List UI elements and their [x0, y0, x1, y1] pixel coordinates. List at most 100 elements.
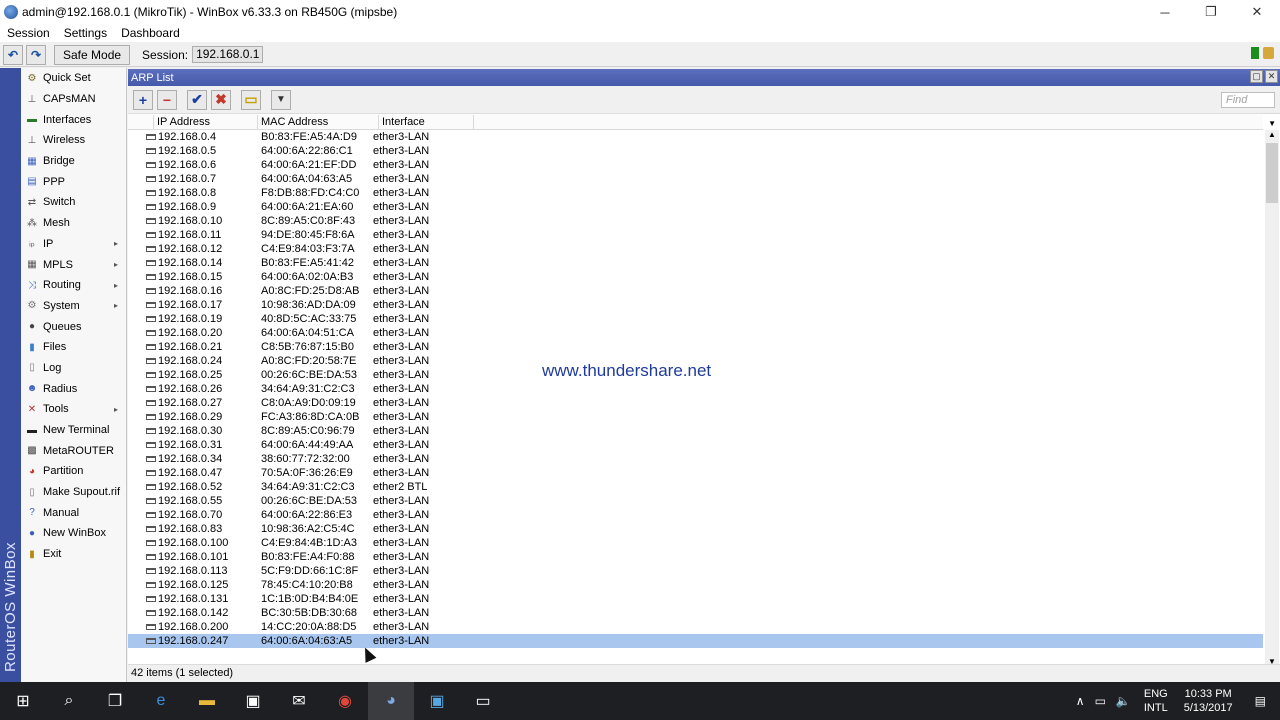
disable-icon[interactable]: ✖: [211, 89, 231, 110]
sidebar-item-bridge[interactable]: ▦ Bridge: [21, 151, 126, 172]
sidebar-item-queues[interactable]: ● Queues: [21, 316, 126, 337]
menu-session[interactable]: Session: [0, 26, 57, 40]
column-menu-arrow-icon[interactable]: ▼: [1268, 119, 1276, 128]
table-row[interactable]: 192.168.0.26 34:64:A9:31:C2:C3 ether3-LAN: [128, 382, 1263, 396]
table-row[interactable]: 192.168.0.101 B0:83:FE:A4:F0:88 ether3-LAN: [128, 550, 1263, 564]
scrollbar-thumb[interactable]: [1266, 143, 1278, 203]
add-icon[interactable]: +: [133, 89, 153, 110]
sidebar-item-new-winbox[interactable]: ● New WinBox: [21, 523, 126, 544]
safe-mode-button[interactable]: Safe Mode: [54, 44, 131, 65]
sidebar-item-capsman[interactable]: ⊥ CAPsMAN: [21, 89, 126, 110]
table-row[interactable]: 192.168.0.16 A0:8C:FD:25:D8:AB ether3-LAN: [128, 284, 1263, 298]
start-icon[interactable]: ⊞: [0, 682, 46, 720]
table-row[interactable]: 192.168.0.7 64:00:6A:04:63:A5 ether3-LAN: [128, 172, 1263, 186]
language-indicator[interactable]: ENG INTL: [1136, 687, 1176, 715]
sidebar-item-routing[interactable]: ⤨ Routing ▸: [21, 275, 126, 296]
winbox-task-icon[interactable]: ◕: [368, 682, 414, 720]
store-icon[interactable]: ▣: [230, 682, 276, 720]
search-icon[interactable]: ⌕: [46, 682, 92, 720]
mail-icon[interactable]: ✉: [276, 682, 322, 720]
table-row[interactable]: 192.168.0.247 64:00:6A:04:63:A5 ether3-LAN: [128, 634, 1263, 648]
sidebar-item-ppp[interactable]: ▤ PPP: [21, 171, 126, 192]
tray-chevron-icon[interactable]: ∧: [1071, 694, 1090, 708]
session-address-field[interactable]: 192.168.0.1: [192, 46, 264, 63]
table-row[interactable]: 192.168.0.142 BC:30:5B:DB:30:68 ether3-LAN: [128, 606, 1263, 620]
ip-address-column-header[interactable]: IP Address: [154, 115, 258, 130]
sidebar-item-quick-set[interactable]: ⚙ Quick Set: [21, 68, 126, 89]
remove-icon[interactable]: −: [157, 89, 177, 110]
table-row[interactable]: 192.168.0.131 1C:1B:0D:B4:B4:0E ether3-LAN: [128, 592, 1263, 606]
table-row[interactable]: 192.168.0.27 C8:0A:A9:D0:09:19 ether3-LAN: [128, 396, 1263, 410]
task-view-icon[interactable]: ❐: [92, 682, 138, 720]
sidebar-item-make-supout-rif[interactable]: ▯ Make Supout.rif: [21, 482, 126, 503]
table-row[interactable]: 192.168.0.11 94:DE:80:45:F8:6A ether3-LAN: [128, 228, 1263, 242]
close-button[interactable]: ✕: [1234, 0, 1280, 24]
sidebar-item-partition[interactable]: ◕ Partition: [21, 461, 126, 482]
table-row[interactable]: 192.168.0.100 C4:E9:84:4B:1D:A3 ether3-LAN: [128, 536, 1263, 550]
sidebar-item-system[interactable]: ⚙ System ▸: [21, 296, 126, 317]
table-row[interactable]: 192.168.0.5 64:00:6A:22:86:C1 ether3-LAN: [128, 144, 1263, 158]
sidebar-item-log[interactable]: ▯ Log: [21, 358, 126, 379]
table-row[interactable]: 192.168.0.15 64:00:6A:02:0A:B3 ether3-LAN: [128, 270, 1263, 284]
interface-column-header[interactable]: Interface: [379, 115, 474, 130]
sidebar-item-switch[interactable]: ⇄ Switch: [21, 192, 126, 213]
table-row[interactable]: 192.168.0.70 64:00:6A:22:86:E3 ether3-LAN: [128, 508, 1263, 522]
table-row[interactable]: 192.168.0.10 8C:89:A5:C0:8F:43 ether3-LAN: [128, 214, 1263, 228]
close-window-icon[interactable]: ✕: [1265, 70, 1278, 83]
table-row[interactable]: 192.168.0.125 78:45:C4:10:20:B8 ether3-LAN: [128, 578, 1263, 592]
table-row[interactable]: 192.168.0.200 14:CC:20:0A:88:D5 ether3-LAN: [128, 620, 1263, 634]
table-row[interactable]: 192.168.0.4 B0:83:FE:A5:4A:D9 ether3-LAN: [128, 130, 1263, 144]
maximize-button[interactable]: ❐: [1188, 0, 1234, 24]
menu-dashboard[interactable]: Dashboard: [114, 26, 187, 40]
edge-icon[interactable]: e: [138, 682, 184, 720]
table-row[interactable]: 192.168.0.6 64:00:6A:21:EF:DD ether3-LAN: [128, 158, 1263, 172]
table-row[interactable]: 192.168.0.55 00:26:6C:BE:DA:53 ether3-LAN: [128, 494, 1263, 508]
restore-window-icon[interactable]: ▢: [1250, 70, 1263, 83]
table-row[interactable]: 192.168.0.47 70:5A:0F:36:26:E9 ether3-LAN: [128, 466, 1263, 480]
network-icon[interactable]: ▭: [1090, 694, 1111, 708]
scroll-up-arrow-icon[interactable]: ▲: [1265, 130, 1279, 139]
sidebar-item-metarouter[interactable]: ▩ MetaROUTER: [21, 440, 126, 461]
sidebar-item-files[interactable]: ▮ Files: [21, 337, 126, 358]
notifications-icon[interactable]: ▤: [1241, 694, 1280, 708]
minimize-button[interactable]: ─: [1142, 0, 1188, 24]
sidebar-item-tools[interactable]: ✕ Tools ▸: [21, 399, 126, 420]
table-row[interactable]: 192.168.0.17 10:98:36:AD:DA:09 ether3-LAN: [128, 298, 1263, 312]
sidebar-item-exit[interactable]: ▮ Exit: [21, 544, 126, 565]
mac-address-column-header[interactable]: MAC Address: [258, 115, 379, 130]
clock[interactable]: 10:33 PM 5/13/2017: [1176, 687, 1241, 715]
sidebar-item-wireless[interactable]: ⊥ Wireless: [21, 130, 126, 151]
table-row[interactable]: 192.168.0.30 8C:89:A5:C0:96:79 ether3-LAN: [128, 424, 1263, 438]
table-row[interactable]: 192.168.0.21 C8:5B:76:87:15:B0 ether3-LAN: [128, 340, 1263, 354]
table-row[interactable]: 192.168.0.31 64:00:6A:44:49:AA ether3-LAN: [128, 438, 1263, 452]
sidebar-item-mesh[interactable]: ⁂ Mesh: [21, 213, 126, 234]
file-explorer-icon[interactable]: ▬: [184, 682, 230, 720]
table-row[interactable]: 192.168.0.9 64:00:6A:21:EA:60 ether3-LAN: [128, 200, 1263, 214]
table-row[interactable]: 192.168.0.20 64:00:6A:04:51:CA ether3-LAN: [128, 326, 1263, 340]
flag-column-header[interactable]: [128, 115, 154, 130]
vertical-scrollbar[interactable]: ▲ ▼: [1265, 130, 1279, 666]
table-row[interactable]: 192.168.0.8 F8:DB:88:FD:C4:C0 ether3-LAN: [128, 186, 1263, 200]
chrome-icon[interactable]: ◉: [322, 682, 368, 720]
sidebar-item-ip[interactable]: ᵢₚ IP ▸: [21, 234, 126, 255]
find-input[interactable]: Find: [1221, 92, 1275, 108]
enable-icon[interactable]: ✔: [187, 89, 207, 110]
volume-icon[interactable]: 🔈: [1111, 694, 1136, 708]
comment-icon[interactable]: ▭: [241, 89, 261, 110]
sidebar-item-interfaces[interactable]: ▬ Interfaces: [21, 109, 126, 130]
table-row[interactable]: 192.168.0.12 C4:E9:84:03:F3:7A ether3-LAN: [128, 242, 1263, 256]
sidebar-item-new-terminal[interactable]: ▬ New Terminal: [21, 420, 126, 441]
table-row[interactable]: 192.168.0.113 5C:F9:DD:66:1C:8F ether3-LAN: [128, 564, 1263, 578]
table-row[interactable]: 192.168.0.14 B0:83:FE:A5:41:42 ether3-LAN: [128, 256, 1263, 270]
sidebar-item-radius[interactable]: ☻ Radius: [21, 378, 126, 399]
undo-button[interactable]: ↶: [3, 44, 23, 65]
table-row[interactable]: 192.168.0.83 10:98:36:A2:C5:4C ether3-LAN: [128, 522, 1263, 536]
sidebar-item-mpls[interactable]: ▦ MPLS ▸: [21, 254, 126, 275]
menu-settings[interactable]: Settings: [57, 26, 114, 40]
redo-button[interactable]: ↷: [26, 44, 46, 65]
table-row[interactable]: 192.168.0.29 FC:A3:86:8D:CA:0B ether3-LAN: [128, 410, 1263, 424]
table-row[interactable]: 192.168.0.52 34:64:A9:31:C2:C3 ether2 BTL: [128, 480, 1263, 494]
terminal-task-icon[interactable]: ▭: [460, 682, 506, 720]
table-row[interactable]: 192.168.0.19 40:8D:5C:AC:33:75 ether3-LAN: [128, 312, 1263, 326]
sidebar-item-manual[interactable]: ? Manual: [21, 502, 126, 523]
